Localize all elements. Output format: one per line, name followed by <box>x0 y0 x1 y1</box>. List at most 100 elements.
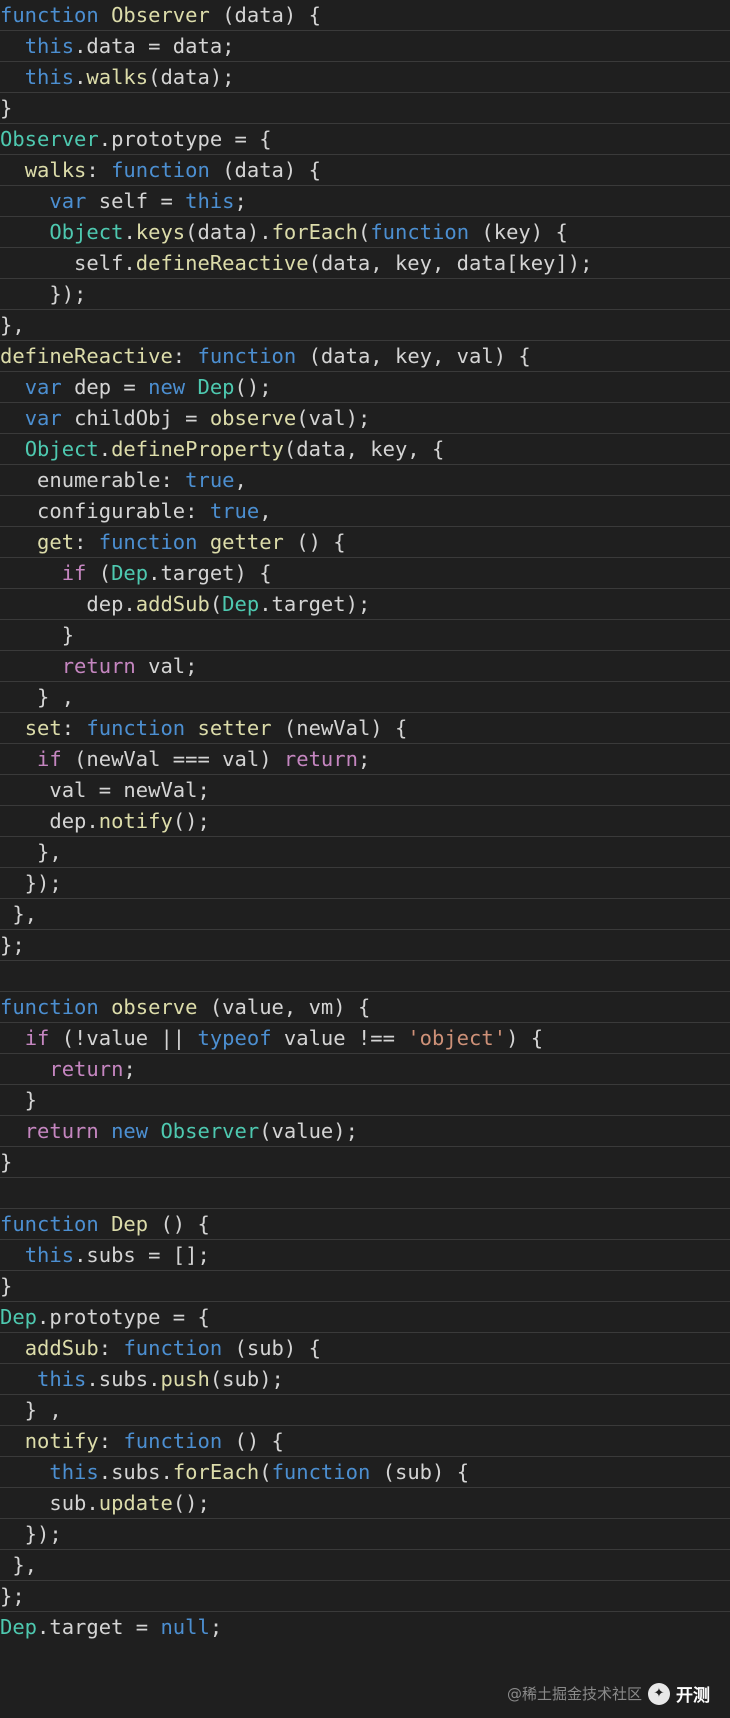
code-token: new <box>148 375 198 399</box>
code-token: dep. <box>0 809 99 833</box>
code-line[interactable]: Object.keys(data).forEach(function (key)… <box>0 217 730 248</box>
code-line[interactable]: }; <box>0 930 730 961</box>
code-line[interactable]: } , <box>0 1395 730 1426</box>
code-line[interactable]: }; <box>0 1581 730 1612</box>
code-line[interactable]: function observe (value, vm) { <box>0 992 730 1023</box>
code-editor[interactable]: function Observer (data) { this.data = d… <box>0 0 730 1643</box>
code-token: if <box>61 561 99 585</box>
code-token: ; <box>209 1615 223 1639</box>
code-line[interactable]: return val; <box>0 651 730 682</box>
code-token: forEach <box>271 220 358 244</box>
code-line[interactable]: } <box>0 1085 730 1116</box>
code-line[interactable]: dep.addSub(Dep.target); <box>0 589 730 620</box>
code-line[interactable]: this.walks(data); <box>0 62 730 93</box>
code-line[interactable]: } <box>0 620 730 651</box>
code-token: (newVal) { <box>283 716 408 740</box>
code-token: (data, key, data[key]); <box>308 251 593 275</box>
code-line[interactable]: return new Observer(value); <box>0 1116 730 1147</box>
code-token: function <box>0 1212 112 1236</box>
code-token: Observer <box>0 127 99 151</box>
code-token: true <box>209 499 260 523</box>
code-line[interactable]: }, <box>0 310 730 341</box>
code-line[interactable]: addSub: function (sub) { <box>0 1333 730 1364</box>
code-line[interactable]: if (newVal === val) return; <box>0 744 730 775</box>
code-token: get <box>37 530 75 554</box>
code-line[interactable]: function Dep () { <box>0 1209 730 1240</box>
code-token: .prototype = { <box>98 127 272 151</box>
code-token: (data, key, val) { <box>308 344 531 368</box>
code-line[interactable] <box>0 961 730 992</box>
code-line[interactable]: } <box>0 1271 730 1302</box>
code-token: }, <box>0 840 62 864</box>
code-token: defineReactive <box>0 344 173 368</box>
code-token: this <box>24 65 75 89</box>
code-line[interactable]: get: function getter () { <box>0 527 730 558</box>
code-token: }, <box>0 1553 38 1577</box>
code-token: function <box>123 1336 235 1360</box>
code-token: . <box>74 65 87 89</box>
code-token: setter <box>197 716 284 740</box>
code-token: } , <box>0 1398 62 1422</box>
code-line[interactable]: Dep.target = null; <box>0 1612 730 1643</box>
code-token: Dep <box>0 1615 38 1639</box>
code-line[interactable]: function Observer (data) { <box>0 0 730 31</box>
code-line[interactable]: } <box>0 1147 730 1178</box>
code-line[interactable]: } <box>0 93 730 124</box>
code-line[interactable]: Object.defineProperty(data, key, { <box>0 434 730 465</box>
code-line[interactable]: Dep.prototype = { <box>0 1302 730 1333</box>
code-line[interactable]: self.defineReactive(data, key, data[key]… <box>0 248 730 279</box>
code-line[interactable]: this.subs = []; <box>0 1240 730 1271</box>
code-line[interactable]: var dep = new Dep(); <box>0 372 730 403</box>
code-token: (data). <box>185 220 272 244</box>
code-token: addSub <box>24 1336 99 1360</box>
code-line[interactable]: enumerable: true, <box>0 465 730 496</box>
code-token: self. <box>0 251 136 275</box>
code-line[interactable]: sub.update(); <box>0 1488 730 1519</box>
code-line[interactable]: walks: function (data) { <box>0 155 730 186</box>
code-token: function <box>111 158 223 182</box>
code-line[interactable]: return; <box>0 1054 730 1085</box>
code-token: notify <box>24 1429 99 1453</box>
code-line[interactable]: val = newVal; <box>0 775 730 806</box>
code-line[interactable]: }); <box>0 868 730 899</box>
code-token: self = <box>98 189 186 213</box>
code-token: update <box>98 1491 173 1515</box>
code-token: Observer <box>160 1119 260 1143</box>
code-line[interactable]: } , <box>0 682 730 713</box>
code-line[interactable]: this.subs.forEach(function (sub) { <box>0 1457 730 1488</box>
code-line[interactable]: set: function setter (newVal) { <box>0 713 730 744</box>
code-line[interactable]: }, <box>0 899 730 930</box>
code-token: forEach <box>172 1460 260 1484</box>
code-line[interactable]: this.data = data; <box>0 31 730 62</box>
code-line[interactable]: dep.notify(); <box>0 806 730 837</box>
code-line[interactable]: if (!value || typeof value !== 'object')… <box>0 1023 730 1054</box>
code-line[interactable] <box>0 1178 730 1209</box>
code-line[interactable]: }, <box>0 1550 730 1581</box>
code-line[interactable]: }); <box>0 279 730 310</box>
code-line[interactable]: this.subs.push(sub); <box>0 1364 730 1395</box>
code-line[interactable]: var childObj = observe(val); <box>0 403 730 434</box>
code-token: .subs. <box>86 1367 161 1391</box>
code-token: } , <box>0 685 75 709</box>
code-token: ; <box>123 1057 136 1081</box>
code-line[interactable]: var self = this; <box>0 186 730 217</box>
code-line[interactable]: Observer.prototype = { <box>0 124 730 155</box>
code-token: }); <box>0 282 87 306</box>
code-line[interactable]: defineReactive: function (data, key, val… <box>0 341 730 372</box>
code-token: notify <box>98 809 173 833</box>
code-line[interactable]: }); <box>0 1519 730 1550</box>
code-line[interactable]: if (Dep.target) { <box>0 558 730 589</box>
code-line[interactable]: }, <box>0 837 730 868</box>
code-line[interactable]: notify: function () { <box>0 1426 730 1457</box>
code-line[interactable]: configurable: true, <box>0 496 730 527</box>
